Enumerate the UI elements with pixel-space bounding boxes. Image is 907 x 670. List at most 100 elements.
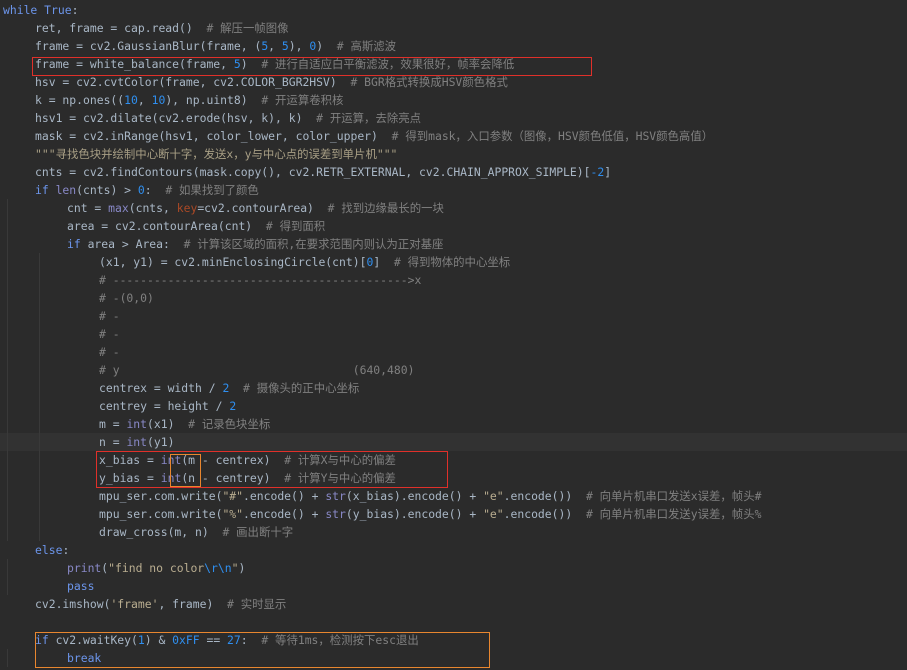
indent-guide: [39, 397, 40, 415]
code-token: m =: [99, 417, 127, 431]
indent-guide: [7, 505, 8, 523]
code-token: cnt =: [67, 201, 109, 215]
code-token: ]: [373, 255, 394, 269]
code-line[interactable]: hsv = cv2.cvtColor(frame, cv2.COLOR_BGR2…: [0, 73, 907, 91]
code-token: ): [240, 57, 262, 71]
indent-guide: [39, 523, 40, 541]
indent-guide: [39, 415, 40, 433]
code-token: frame = white_balance(frame,: [35, 57, 234, 71]
code-token: int: [126, 417, 148, 431]
code-token: 'frame': [110, 597, 159, 611]
code-line[interactable]: # -(0,0): [0, 289, 907, 307]
code-editor[interactable]: while True: ret, frame = cap.read() # 解压一…: [0, 1, 907, 667]
code-token: frame = cv2.GaussianBlur(frame, (: [35, 39, 262, 53]
code-token: # 开运算，去除亮点: [316, 111, 422, 125]
code-token: (n - centrey): [181, 471, 285, 485]
code-line[interactable]: x_bias = int(m - centrex) # 计算X与中心的偏差: [0, 451, 907, 469]
code-line[interactable]: if cv2.waitKey(1) & 0xFF == 27: # 等待1ms，…: [0, 631, 907, 649]
code-line[interactable]: break: [0, 649, 907, 667]
code-token: area > Area:: [80, 237, 184, 251]
code-line[interactable]: ret, frame = cap.read() # 解压一帧图像: [0, 19, 907, 37]
code-line[interactable]: frame = white_balance(frame, 5) # 进行自适应白…: [0, 55, 907, 73]
indent-guide: [7, 433, 8, 451]
code-token: cnts = cv2.findContours(mask.copy(), cv2…: [35, 165, 591, 179]
code-line[interactable]: area = cv2.contourArea(cnt) # 得到面积: [0, 217, 907, 235]
code-line[interactable]: # -: [0, 343, 907, 361]
code-token: draw_cross(m, n): [99, 525, 223, 539]
code-token: mpu_ser.com.write(: [99, 489, 223, 503]
code-line[interactable]: hsv1 = cv2.dilate(cv2.erode(hsv, k), k) …: [0, 109, 907, 127]
code-token: ,: [137, 93, 152, 107]
indent-guide: [7, 415, 8, 433]
code-line[interactable]: cnts = cv2.findContours(mask.copy(), cv2…: [0, 163, 907, 181]
code-token: =cv2.contourArea): [197, 201, 328, 215]
code-line[interactable]: [0, 613, 907, 631]
indent-guide: [7, 199, 8, 217]
code-line[interactable]: else:: [0, 541, 907, 559]
code-line[interactable]: """寻找色块并绘制中心断十字，发送x，y与中心点的误差到单片机""": [0, 145, 907, 163]
indent-guide: [39, 505, 40, 523]
code-line[interactable]: cv2.imshow('frame', frame) # 实时显示: [0, 595, 907, 613]
indent-guide: [39, 469, 40, 487]
code-line[interactable]: if area > Area: # 计算该区域的面积,在要求范围内则认为正对基座: [0, 235, 907, 253]
code-token: mpu_ser.com.write(: [99, 507, 223, 521]
code-token: , frame): [158, 597, 228, 611]
indent-guide: [7, 271, 8, 289]
code-token: # 实时显示: [227, 597, 287, 611]
code-line[interactable]: # -: [0, 325, 907, 343]
code-token: str: [325, 489, 346, 503]
code-token: ): [238, 561, 246, 575]
code-token: hsv1 = cv2.dilate(cv2.erode(hsv, k), k): [35, 111, 317, 125]
code-line[interactable]: (x1, y1) = cv2.minEnclosingCircle(cnt)[0…: [0, 253, 907, 271]
code-token: # --------------------------------------…: [99, 273, 422, 287]
code-line[interactable]: mpu_ser.com.write("%".encode() + str(y_b…: [0, 505, 907, 523]
code-line[interactable]: # y (640,480): [0, 361, 907, 379]
code-line[interactable]: cnt = max(cnts, key=cv2.contourArea) # 找…: [0, 199, 907, 217]
code-line[interactable]: pass: [0, 577, 907, 595]
code-token: # BGR格式转换成HSV颜色格式: [350, 75, 508, 89]
code-line[interactable]: while True:: [0, 1, 907, 19]
code-line[interactable]: mpu_ser.com.write("#".encode() + str(x_b…: [0, 487, 907, 505]
code-token: :: [144, 183, 166, 197]
code-token: # 高斯滤波: [336, 39, 397, 53]
code-line[interactable]: # --------------------------------------…: [0, 271, 907, 289]
code-token: area = cv2.contourArea(cnt): [67, 219, 266, 233]
indent-guide: [7, 217, 8, 235]
code-token: cv2.imshow(: [35, 597, 111, 611]
code-line[interactable]: frame = cv2.GaussianBlur(frame, (5, 5), …: [0, 37, 907, 55]
code-token: "find no color: [108, 561, 205, 575]
code-token: "#": [222, 489, 244, 503]
indent-guide: [39, 343, 40, 361]
code-line[interactable]: k = np.ones((10, 10), np.uint8) # 开运算卷积核: [0, 91, 907, 109]
code-token: ), np.uint8): [165, 93, 262, 107]
code-token: "%": [222, 507, 244, 521]
code-line[interactable]: centrey = height / 2: [0, 397, 907, 415]
code-token: # -: [99, 327, 120, 341]
code-token: .encode() +: [243, 489, 326, 503]
code-token: .encode()): [503, 507, 586, 521]
code-token: # 如果找到了颜色: [165, 183, 259, 197]
code-line[interactable]: # -: [0, 307, 907, 325]
indent-guide: [7, 289, 8, 307]
code-line[interactable]: n = int(y1): [0, 433, 907, 451]
indent-guide: [7, 397, 8, 415]
code-line[interactable]: y_bias = int(n - centrey) # 计算Y与中心的偏差: [0, 469, 907, 487]
code-line[interactable]: if len(cnts) > 0: # 如果找到了颜色: [0, 181, 907, 199]
code-token: 2: [229, 399, 237, 413]
code-token: int: [160, 471, 182, 485]
code-line[interactable]: centrex = width / 2 # 摄像头的正中心坐标: [0, 379, 907, 397]
code-line[interactable]: draw_cross(m, n) # 画出断十字: [0, 523, 907, 541]
code-token: (y1): [147, 435, 175, 449]
code-token: x_bias =: [99, 453, 161, 467]
code-token: .encode()): [503, 489, 586, 503]
code-token: # 得到物体的中心坐标: [393, 255, 511, 269]
code-token: # 计算X与中心的偏差: [284, 453, 396, 467]
indent-guide: [39, 361, 40, 379]
code-token: centrey = height /: [99, 399, 230, 413]
code-line[interactable]: m = int(x1) # 记录色块坐标: [0, 415, 907, 433]
code-token: (cnts) >: [76, 183, 138, 197]
code-token: """寻找色块并绘制中心断十字，发送x，y与中心点的误差到单片机""": [35, 147, 398, 161]
code-token: k = np.ones((: [35, 93, 125, 107]
code-line[interactable]: print("find no color\r\n"): [0, 559, 907, 577]
code-line[interactable]: mask = cv2.inRange(hsv1, color_lower, co…: [0, 127, 907, 145]
